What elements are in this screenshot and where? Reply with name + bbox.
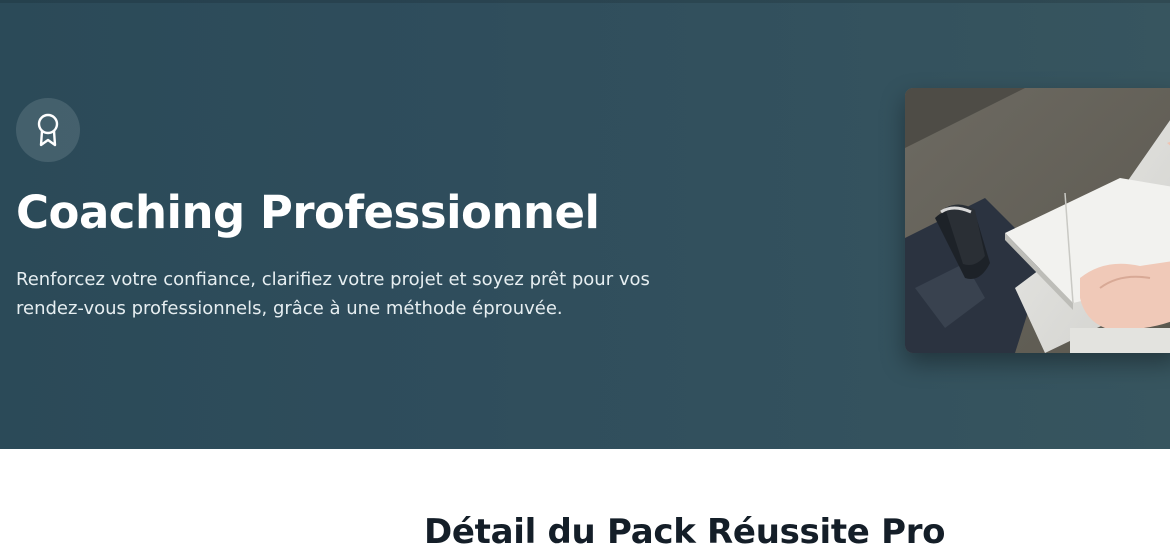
hero-photo [905,88,1170,353]
section-heading: Détail du Pack Réussite Pro [424,512,946,552]
page-title: Coaching Professionnel [16,186,600,239]
hero-subtitle: Renforcez votre confiance, clarifiez vot… [16,269,650,319]
section-title: Détail du Pack Réussite Pro [424,512,946,552]
award-badge [16,98,80,162]
award-ribbon-icon [37,113,59,147]
hero-section: Coaching Professionnel Renforcez votre c… [0,0,1170,449]
hero-top-border [0,0,1170,3]
photo-illustration [905,88,1170,353]
